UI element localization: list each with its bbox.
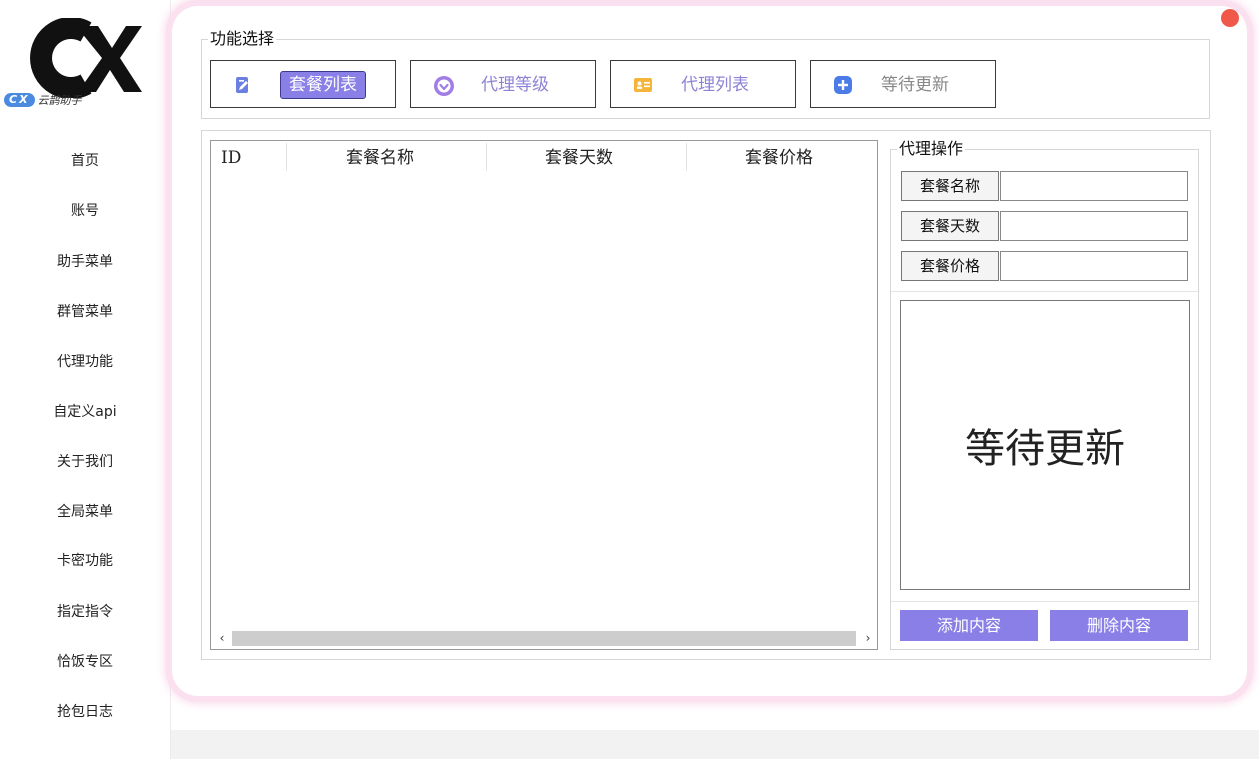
nav-item-agent-functions[interactable]: 代理功能 bbox=[0, 351, 170, 373]
edit-icon bbox=[233, 75, 253, 95]
package-price-label: 套餐价格 bbox=[901, 251, 999, 281]
nav-item-about-us[interactable]: 关于我们 bbox=[0, 451, 170, 473]
footer-bar bbox=[171, 730, 1259, 759]
column-header-package-price[interactable]: 套餐价格 bbox=[745, 145, 813, 171]
pending-update-panel: 等待更新 bbox=[900, 300, 1190, 590]
column-divider bbox=[486, 143, 487, 171]
nav-item-global-menu[interactable]: 全局菜单 bbox=[0, 501, 170, 523]
scroll-right-icon[interactable]: › bbox=[859, 628, 877, 649]
nav-item-specified-command[interactable]: 指定指令 bbox=[0, 601, 170, 623]
column-divider bbox=[686, 143, 687, 171]
tab-package-list[interactable]: 套餐列表 bbox=[210, 60, 396, 108]
column-header-package-name[interactable]: 套餐名称 bbox=[346, 145, 414, 171]
nav-item-account[interactable]: 账号 bbox=[0, 200, 170, 222]
brand-tag: CX 云鹊助手 bbox=[4, 92, 82, 108]
scroll-left-icon[interactable]: ‹ bbox=[213, 628, 231, 649]
tab-agent-level-label: 代理等级 bbox=[481, 75, 549, 95]
app-logo bbox=[24, 18, 144, 130]
package-name-label: 套餐名称 bbox=[901, 171, 999, 201]
divider bbox=[891, 291, 1198, 292]
column-divider bbox=[286, 143, 287, 171]
nav-item-custom-api[interactable]: 自定义api bbox=[0, 401, 170, 423]
plus-icon bbox=[833, 75, 853, 95]
tab-agent-list-label: 代理列表 bbox=[681, 75, 749, 95]
package-name-input[interactable] bbox=[1000, 171, 1188, 201]
agent-operations-title: 代理操作 bbox=[899, 139, 964, 158]
nav-item-group-menu[interactable]: 群管菜单 bbox=[0, 301, 170, 323]
divider bbox=[891, 601, 1198, 602]
brand-pill: CX bbox=[4, 93, 35, 107]
delete-content-button[interactable]: 删除内容 bbox=[1050, 610, 1188, 641]
brand-name: 云鹊助手 bbox=[37, 94, 82, 107]
tab-agent-list[interactable]: 代理列表 bbox=[610, 60, 796, 108]
nav-item-assistant-menu[interactable]: 助手菜单 bbox=[0, 251, 170, 273]
nav-item-sponsor-zone[interactable]: 恰饭专区 bbox=[0, 651, 170, 673]
package-days-input[interactable] bbox=[1000, 211, 1188, 241]
tab-package-list-label: 套餐列表 bbox=[280, 71, 366, 99]
pending-update-text: 等待更新 bbox=[965, 426, 1125, 472]
function-select-title: 功能选择 bbox=[210, 29, 275, 48]
horizontal-scrollbar[interactable]: ‹ › bbox=[211, 628, 877, 649]
package-table[interactable]: ID 套餐名称 套餐天数 套餐价格 ‹ › bbox=[210, 140, 878, 650]
nav-item-home[interactable]: 首页 bbox=[0, 150, 170, 172]
sidebar: CX 云鹊助手 首页 账号 助手菜单 群管菜单 代理功能 自定义api 关于我们… bbox=[0, 0, 171, 759]
tab-pending-update[interactable]: 等待更新 bbox=[810, 60, 996, 108]
tab-pending-update-label: 等待更新 bbox=[881, 75, 949, 95]
scrollbar-thumb[interactable] bbox=[232, 631, 856, 646]
close-icon[interactable] bbox=[1221, 9, 1239, 27]
package-days-label: 套餐天数 bbox=[901, 211, 999, 241]
column-header-package-days[interactable]: 套餐天数 bbox=[545, 145, 613, 171]
column-header-id[interactable]: ID bbox=[221, 145, 241, 171]
package-price-input[interactable] bbox=[1000, 251, 1188, 281]
add-content-button[interactable]: 添加内容 bbox=[900, 610, 1038, 641]
tab-agent-level[interactable]: 代理等级 bbox=[410, 60, 596, 108]
id-card-icon bbox=[633, 75, 653, 95]
nav-item-redpacket-log[interactable]: 抢包日志 bbox=[0, 701, 170, 723]
nav-item-card-key[interactable]: 卡密功能 bbox=[0, 550, 170, 572]
heart-badge-icon bbox=[433, 75, 454, 96]
